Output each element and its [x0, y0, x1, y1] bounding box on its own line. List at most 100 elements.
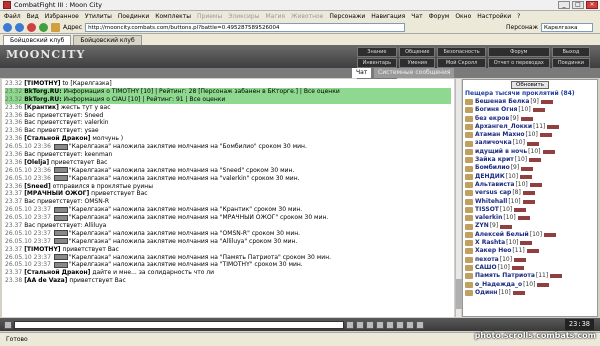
player-name[interactable]: ДЕНДИК — [475, 173, 505, 181]
settings-icon[interactable] — [396, 320, 404, 329]
info-icon[interactable] — [514, 208, 527, 212]
menu-item[interactable]: Эликсиры — [228, 13, 259, 20]
player-item[interactable]: Бомбилио [9] — [465, 164, 597, 172]
player-item[interactable]: TISSOT [10] — [465, 206, 597, 214]
chat-nick[interactable]: [TIMOTHY] — [24, 80, 60, 87]
menu-item[interactable]: ? — [517, 13, 520, 20]
nav-button[interactable]: Отчет о переводах — [487, 58, 550, 68]
player-item[interactable]: valerkin [10] — [465, 214, 597, 222]
player-name[interactable]: САШО — [475, 264, 497, 272]
nav-button[interactable]: Мой Скролл — [437, 58, 486, 68]
nav-button[interactable]: Умения — [399, 58, 436, 68]
info-icon[interactable] — [547, 125, 560, 130]
nav-button[interactable]: Поединки — [551, 58, 590, 68]
player-item[interactable]: пехота [10] — [465, 256, 597, 264]
info-icon[interactable] — [522, 199, 535, 204]
info-icon[interactable] — [526, 141, 539, 146]
stop-icon[interactable] — [27, 23, 36, 32]
menu-item[interactable]: Форум — [429, 13, 450, 20]
player-item[interactable]: Альтависта [10] — [465, 181, 597, 189]
player-name[interactable]: идущий в ночь — [475, 148, 527, 156]
player-item[interactable]: без екров [9] — [465, 115, 597, 123]
player-name[interactable]: Память Патриота — [475, 272, 535, 280]
tab-club-1[interactable]: Бойцовский клуб — [3, 35, 72, 45]
nav-button[interactable]: Знание — [356, 47, 398, 57]
player-item[interactable]: Память Патриота [11] — [465, 272, 597, 280]
chat-scrollbar[interactable] — [455, 79, 462, 317]
player-item[interactable]: Whitehall [10] — [465, 198, 597, 206]
player-name[interactable]: Альтависта — [475, 181, 514, 189]
player-item[interactable]: Бешеная Белка [9] — [465, 98, 597, 106]
menu-item[interactable]: Окно — [455, 13, 471, 20]
player-name[interactable]: X Rashta — [475, 239, 505, 247]
nav-button[interactable]: Общение — [399, 47, 436, 57]
player-name[interactable]: versus cap — [475, 189, 511, 197]
send-icon[interactable] — [346, 320, 354, 329]
player-item[interactable]: о_Надежда_о [10] — [465, 281, 597, 289]
maximize-button[interactable]: □ — [572, 1, 584, 9]
player-item[interactable]: Хакер Нео [11] — [465, 247, 597, 255]
chat-nick[interactable]: [Olelja] — [24, 159, 49, 166]
back-icon[interactable] — [3, 23, 12, 32]
clear-icon[interactable] — [356, 320, 364, 329]
player-name[interactable]: Алексей Белый — [475, 231, 529, 239]
player-name[interactable]: заличочка — [475, 139, 512, 147]
refresh-icon[interactable] — [39, 23, 48, 32]
info-icon[interactable] — [529, 183, 542, 188]
info-icon[interactable] — [526, 249, 539, 254]
info-icon[interactable] — [550, 274, 563, 279]
info-icon[interactable] — [511, 266, 524, 271]
player-item[interactable]: Атаман Махно [10] — [465, 131, 597, 139]
nav-button[interactable]: Выход — [551, 47, 590, 57]
player-name[interactable]: о_Надежда_о — [475, 281, 522, 289]
info-icon[interactable] — [520, 174, 533, 179]
player-name[interactable]: Атаман Махно — [475, 131, 525, 139]
chat-nick[interactable]: [TIMOTHY] — [24, 246, 60, 253]
filter-icon[interactable] — [366, 320, 374, 329]
scroll-icon[interactable] — [406, 320, 414, 329]
exit-icon[interactable] — [416, 320, 424, 329]
player-item[interactable]: идущий в ночь [10] — [465, 148, 597, 156]
player-item[interactable]: versus cap [8] — [465, 189, 597, 197]
minimize-button[interactable]: _ — [558, 1, 570, 9]
info-icon[interactable] — [514, 257, 527, 262]
menu-item[interactable]: Животное — [291, 13, 323, 20]
menu-item[interactable]: Утилиты — [85, 13, 112, 20]
forward-icon[interactable] — [15, 23, 24, 32]
info-icon[interactable] — [544, 232, 557, 237]
info-icon[interactable] — [539, 133, 552, 138]
character-input[interactable]: Карелгазка — [541, 23, 593, 32]
menu-item[interactable]: Настройки — [477, 13, 511, 20]
menu-item[interactable]: Персонажи — [329, 13, 365, 20]
menu-item[interactable]: Избранное — [45, 13, 79, 20]
info-icon[interactable] — [540, 100, 553, 105]
info-icon[interactable] — [537, 282, 550, 287]
info-icon[interactable] — [521, 166, 534, 171]
info-icon[interactable] — [532, 108, 545, 113]
chat-input[interactable] — [14, 320, 344, 329]
chat-nick[interactable]: [Стальной Дракон] — [24, 135, 90, 142]
chat-nick[interactable]: BkTorg.RU: — [24, 88, 61, 95]
chat-nick[interactable]: [Стальной Дракон] — [24, 269, 90, 276]
player-name[interactable]: Архангел_Локки — [475, 123, 532, 131]
nav-button[interactable]: Безопасность — [437, 47, 486, 57]
menu-item[interactable]: Приемы — [197, 13, 222, 20]
player-item[interactable]: Архангел_Локки [11] — [465, 123, 597, 131]
player-name[interactable]: пехота — [475, 256, 499, 264]
chat-nick[interactable]: [МРАЧНЫЙ ОЖОГ] — [24, 190, 89, 197]
menu-item[interactable]: Чат — [411, 13, 422, 20]
chat-nick[interactable]: [Sneed] — [24, 183, 51, 190]
player-item[interactable]: Богиня Огня [10] — [465, 106, 597, 114]
address-input[interactable]: http://mooncity.combats.com/buttons.pl?b… — [85, 23, 406, 32]
info-icon[interactable] — [529, 158, 542, 163]
nav-button[interactable]: Инвентарь — [356, 58, 398, 68]
nav-button[interactable]: Форум — [487, 47, 550, 57]
info-icon[interactable] — [512, 290, 525, 295]
refresh-button[interactable]: Обновить — [511, 81, 549, 89]
player-item[interactable]: ДЕНДИК [10] — [465, 173, 597, 181]
info-icon[interactable] — [542, 149, 555, 154]
tab-chat[interactable]: Чат — [352, 68, 372, 78]
menu-item[interactable]: Поединки — [118, 13, 149, 20]
player-name[interactable]: valerkin — [475, 214, 502, 222]
sound-icon[interactable] — [386, 320, 394, 329]
